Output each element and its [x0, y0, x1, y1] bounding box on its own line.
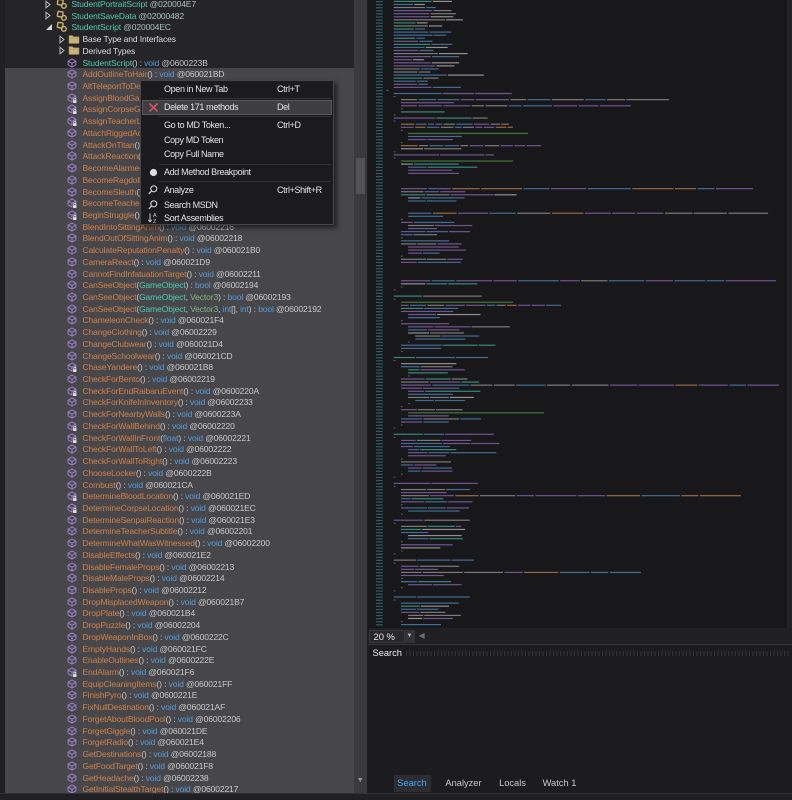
svg-text:Z: Z [153, 219, 157, 224]
